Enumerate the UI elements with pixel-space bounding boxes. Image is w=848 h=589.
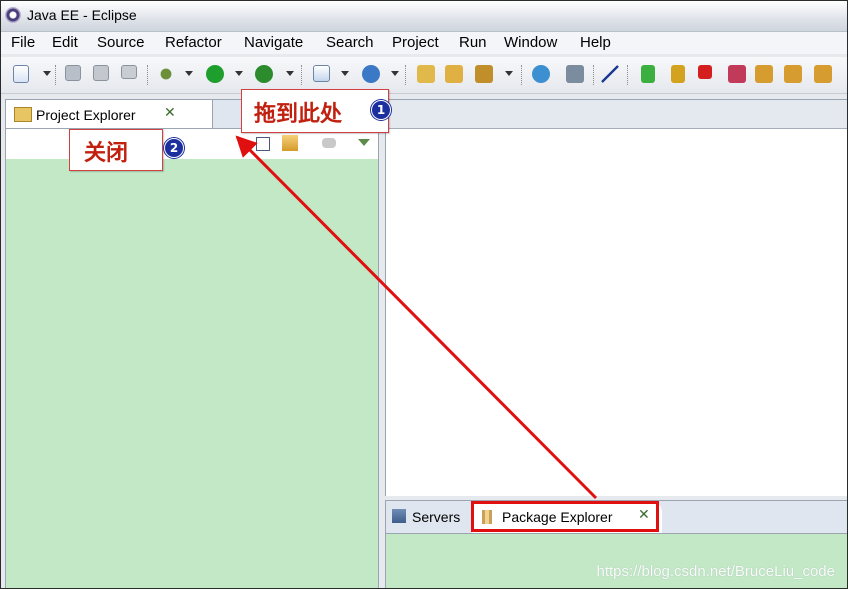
debug-icon[interactable] xyxy=(157,65,175,83)
step-return-icon[interactable] xyxy=(814,65,832,83)
toolbar-separator xyxy=(405,65,408,85)
badge-one: 1 xyxy=(371,100,391,120)
menu-window[interactable]: Window xyxy=(504,34,557,51)
suspend-icon[interactable] xyxy=(671,65,685,83)
link-with-editor-icon[interactable] xyxy=(282,135,298,151)
open-folder-icon[interactable] xyxy=(445,65,463,83)
search-dropdown-icon[interactable] xyxy=(505,71,513,76)
new-server-dropdown-icon[interactable] xyxy=(341,71,349,76)
tab-project-explorer[interactable]: Project Explorer ✕ xyxy=(6,100,213,128)
print-icon[interactable] xyxy=(121,65,137,79)
open-type-icon[interactable] xyxy=(417,65,435,83)
menu-source[interactable]: Source xyxy=(97,34,145,51)
toolbar-separator xyxy=(55,65,58,85)
package-explorer-content xyxy=(386,534,847,588)
close-icon[interactable]: ✕ xyxy=(164,105,176,121)
resume-icon[interactable] xyxy=(641,65,655,83)
menu-bar: File Edit Source Refactor Navigate Searc… xyxy=(1,32,847,54)
callout-close-text: 关闭 xyxy=(84,141,129,166)
step-into-icon[interactable] xyxy=(755,65,773,83)
eclipse-app-icon xyxy=(5,7,21,23)
external-tools-icon[interactable] xyxy=(255,65,273,83)
new-server-icon[interactable] xyxy=(313,65,330,82)
callout-close: 关闭 xyxy=(69,129,163,171)
view-toolbar xyxy=(6,129,378,159)
new-dropdown-icon[interactable] xyxy=(43,71,51,76)
terminate-icon[interactable] xyxy=(698,65,712,79)
save-icon[interactable] xyxy=(65,65,81,81)
eclipse-window: Java EE - Eclipse File Edit Source Refac… xyxy=(0,0,848,589)
disconnect-icon[interactable] xyxy=(728,65,746,83)
new-java-class-icon[interactable] xyxy=(362,65,380,83)
tab-project-explorer-label: Project Explorer xyxy=(36,107,136,123)
editor-tab-strip xyxy=(386,100,847,129)
servers-icon xyxy=(392,509,406,523)
globe-icon[interactable] xyxy=(532,65,550,83)
view-menu-dropdown-icon[interactable] xyxy=(358,139,370,146)
title-bar: Java EE - Eclipse xyxy=(1,1,847,32)
toolbar-separator xyxy=(593,65,596,85)
refactor-icon[interactable] xyxy=(566,65,584,83)
skip-breakpoints-icon[interactable] xyxy=(601,65,619,83)
collapse-all-icon[interactable] xyxy=(256,137,270,151)
highlight-box xyxy=(471,501,659,532)
save-all-icon[interactable] xyxy=(93,65,109,81)
project-explorer-content xyxy=(6,159,378,588)
menu-file[interactable]: File xyxy=(11,34,35,51)
menu-project[interactable]: Project xyxy=(392,34,439,51)
project-explorer-view: Project Explorer ✕ xyxy=(5,99,379,588)
toolbar-separator xyxy=(147,65,150,85)
menu-help[interactable]: Help xyxy=(580,34,611,51)
main-toolbar xyxy=(1,57,847,94)
menu-run[interactable]: Run xyxy=(459,34,487,51)
view-menu-options-icon[interactable] xyxy=(322,138,336,148)
menu-edit[interactable]: Edit xyxy=(52,34,78,51)
run-dropdown-icon[interactable] xyxy=(235,71,243,76)
external-tools-dropdown-icon[interactable] xyxy=(286,71,294,76)
menu-search[interactable]: Search xyxy=(326,34,374,51)
badge-two: 2 xyxy=(164,138,184,158)
toolbar-separator xyxy=(301,65,304,85)
window-title: Java EE - Eclipse xyxy=(27,7,137,23)
watermark: https://blog.csdn.net/BruceLiu_code xyxy=(596,563,836,580)
new-class-dropdown-icon[interactable] xyxy=(391,71,399,76)
menu-refactor[interactable]: Refactor xyxy=(165,34,222,51)
step-over-icon[interactable] xyxy=(784,65,802,83)
editor-area xyxy=(385,99,847,496)
new-wizard-icon[interactable] xyxy=(13,65,29,83)
debug-dropdown-icon[interactable] xyxy=(185,71,193,76)
run-icon[interactable] xyxy=(206,65,224,83)
callout-drag-text: 拖到此处 xyxy=(254,102,343,127)
tab-servers[interactable]: Servers xyxy=(412,509,460,525)
toolbar-separator xyxy=(627,65,630,85)
callout-drag-here: 拖到此处 xyxy=(241,89,389,133)
project-folder-icon xyxy=(14,107,32,122)
search-icon[interactable] xyxy=(475,65,493,83)
menu-navigate[interactable]: Navigate xyxy=(244,34,303,51)
toolbar-separator xyxy=(521,65,524,85)
